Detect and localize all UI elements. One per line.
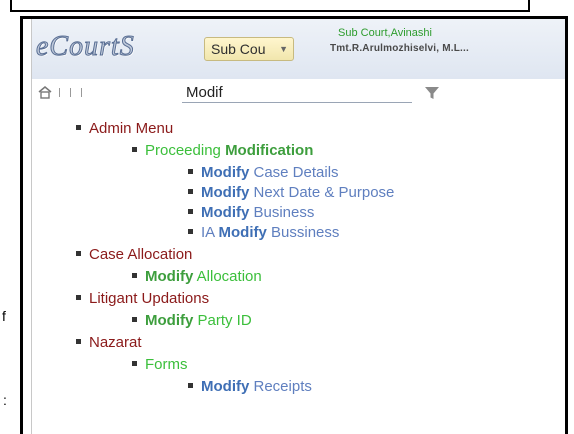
tree-node-label: IA bbox=[201, 224, 219, 241]
tree-node-label: Allocation bbox=[193, 268, 262, 285]
tree-node-nazarat[interactable]: Nazarat bbox=[76, 333, 142, 352]
bullet-icon bbox=[188, 188, 193, 194]
court-selector[interactable]: Sub Cou ▼ bbox=[204, 37, 294, 61]
tree-node-label: Case Details bbox=[249, 164, 339, 181]
ecourts-logo: eCourtS bbox=[36, 31, 135, 63]
tree-node-modify-next-date[interactable]: Modify Next Date & Purpose bbox=[188, 183, 394, 202]
tree-node-label: Party ID bbox=[193, 312, 252, 329]
tree-node-label: Nazarat bbox=[89, 334, 142, 351]
tree-node-modify-allocation[interactable]: Modify Allocation bbox=[132, 267, 262, 286]
court-selector-value: Sub Cou bbox=[211, 41, 266, 57]
search-highlight: Modify bbox=[201, 378, 250, 395]
tree-node-label: Case Allocation bbox=[89, 246, 193, 263]
menu-toolbar bbox=[32, 79, 565, 109]
home-icon[interactable] bbox=[38, 85, 52, 99]
tree-node-modify-business[interactable]: Modify Business bbox=[188, 203, 314, 222]
ecourts-window: eCourtS Sub Cou ▼ Sub Court,Avinashi Tmt… bbox=[20, 16, 568, 434]
bullet-icon bbox=[188, 168, 193, 174]
bullet-icon bbox=[132, 272, 137, 278]
left-edge-char-2: : bbox=[3, 392, 7, 408]
court-name: Sub Court,Avinashi bbox=[338, 27, 432, 39]
menu-tree: Admin Menu Proceeding Modification Modif… bbox=[32, 111, 565, 434]
bullet-icon bbox=[132, 146, 137, 152]
expand-level-2-icon[interactable] bbox=[70, 87, 71, 97]
tree-node-label: Forms bbox=[145, 356, 188, 373]
expand-level-3-icon[interactable] bbox=[81, 87, 82, 97]
tree-node-modify-party-id[interactable]: Modify Party ID bbox=[132, 311, 252, 330]
outer-frame-top bbox=[10, 0, 530, 12]
tree-node-case-allocation[interactable]: Case Allocation bbox=[76, 245, 192, 264]
bullet-icon bbox=[76, 294, 81, 300]
tree-node-label: Business bbox=[249, 204, 315, 221]
search-highlight: Modification bbox=[225, 142, 314, 159]
menu-search-input[interactable] bbox=[182, 83, 412, 103]
bullet-icon bbox=[76, 338, 81, 344]
tree-node-litigant-updations[interactable]: Litigant Updations bbox=[76, 289, 209, 308]
search-highlight: Modify bbox=[145, 268, 194, 285]
bullet-icon bbox=[132, 316, 137, 322]
tree-node-label: Proceeding bbox=[145, 142, 226, 159]
filter-icon[interactable] bbox=[424, 85, 440, 101]
bullet-icon bbox=[188, 382, 193, 388]
tree-node-label: Admin Menu bbox=[89, 120, 174, 137]
bullet-icon bbox=[76, 250, 81, 256]
bullet-icon bbox=[188, 228, 193, 234]
tree-node-forms[interactable]: Forms bbox=[132, 355, 188, 374]
bullet-icon bbox=[132, 360, 137, 366]
tree-node-modify-receipts[interactable]: Modify Receipts bbox=[188, 377, 312, 396]
left-edge-char-1: f bbox=[2, 308, 6, 324]
court-info: Sub Court,Avinashi Tmt.R.Arulmozhiselvi,… bbox=[330, 27, 560, 54]
officer-name: Tmt.R.Arulmozhiselvi, M.L... bbox=[330, 43, 469, 54]
search-highlight: Modify bbox=[145, 312, 194, 329]
tree-node-label: Litigant Updations bbox=[89, 290, 210, 307]
bullet-icon bbox=[76, 124, 81, 130]
tree-node-label: Next Date & Purpose bbox=[249, 184, 395, 201]
app-header: eCourtS Sub Cou ▼ Sub Court,Avinashi Tmt… bbox=[32, 19, 565, 80]
tree-node-label: Bussiness bbox=[266, 224, 340, 241]
search-highlight: Modify bbox=[201, 184, 250, 201]
search-highlight: Modify bbox=[201, 164, 250, 181]
tree-node-proceeding-modification[interactable]: Proceeding Modification bbox=[132, 141, 313, 160]
tree-node-admin-menu[interactable]: Admin Menu bbox=[76, 119, 173, 138]
tree-controls bbox=[38, 85, 85, 99]
expand-level-1-icon[interactable] bbox=[59, 87, 60, 97]
search-highlight: Modify bbox=[218, 224, 267, 241]
bullet-icon bbox=[188, 208, 193, 214]
search-highlight: Modify bbox=[201, 204, 250, 221]
chevron-down-icon: ▼ bbox=[279, 44, 288, 54]
tree-node-modify-case-details[interactable]: Modify Case Details bbox=[188, 163, 339, 182]
tree-node-label: Receipts bbox=[249, 378, 312, 395]
tree-node-ia-modify-bussiness[interactable]: IA Modify Bussiness bbox=[188, 223, 339, 242]
